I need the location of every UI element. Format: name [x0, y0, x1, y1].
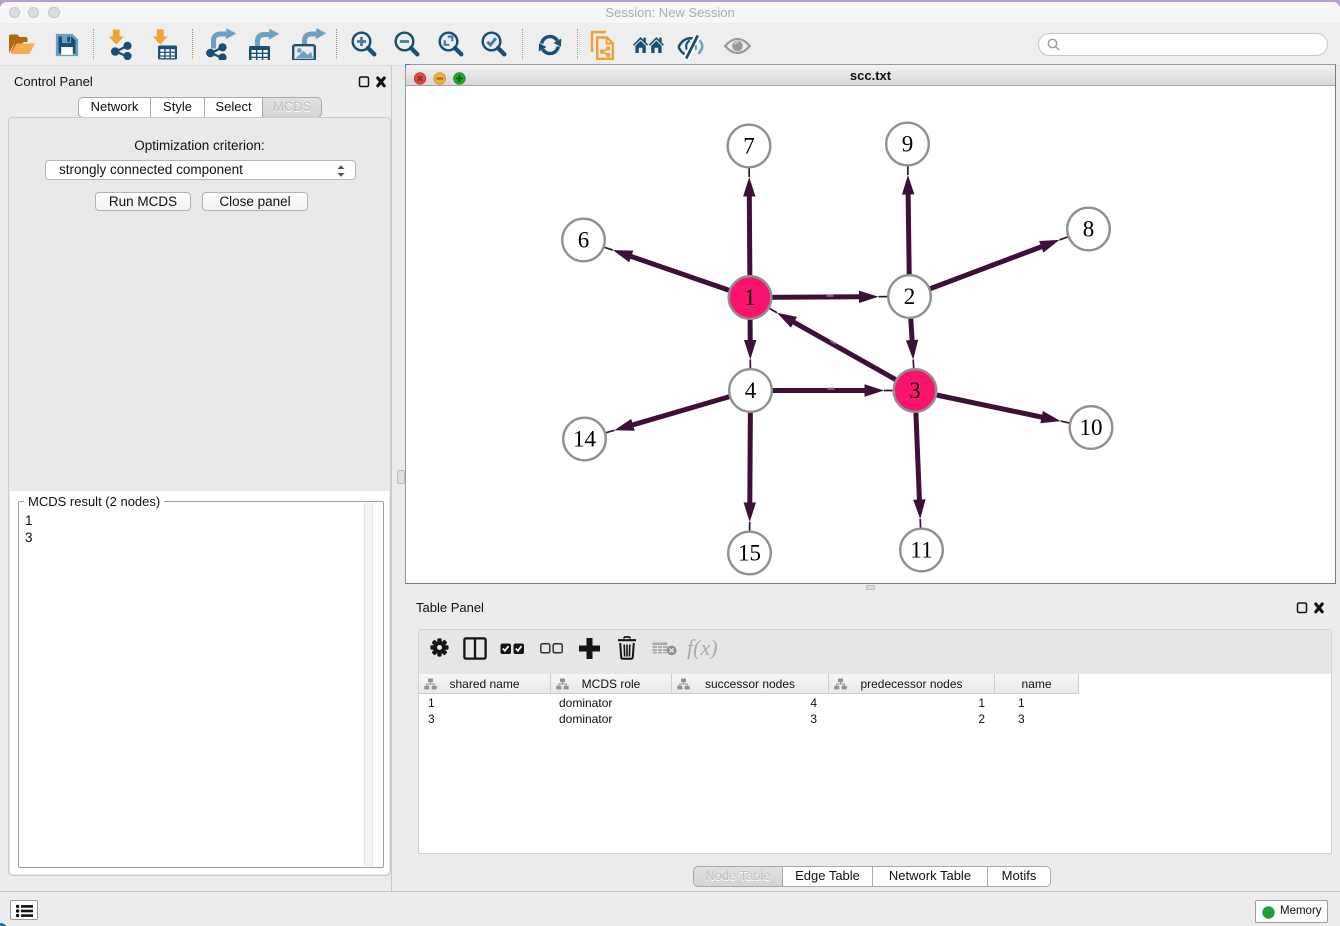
svg-text:7: 7	[743, 134, 755, 159]
svg-text:3: 3	[909, 378, 921, 403]
svg-text:10: 10	[1080, 415, 1103, 440]
svg-text:2: 2	[904, 284, 916, 309]
svg-text:9: 9	[902, 132, 914, 157]
svg-text:11: 11	[910, 538, 932, 563]
svg-text:8: 8	[1083, 217, 1095, 242]
svg-text:4: 4	[745, 378, 757, 403]
svg-text:6: 6	[578, 228, 590, 253]
svg-text:1: 1	[744, 285, 756, 310]
svg-text:15: 15	[738, 541, 761, 566]
svg-text:14: 14	[573, 427, 597, 452]
